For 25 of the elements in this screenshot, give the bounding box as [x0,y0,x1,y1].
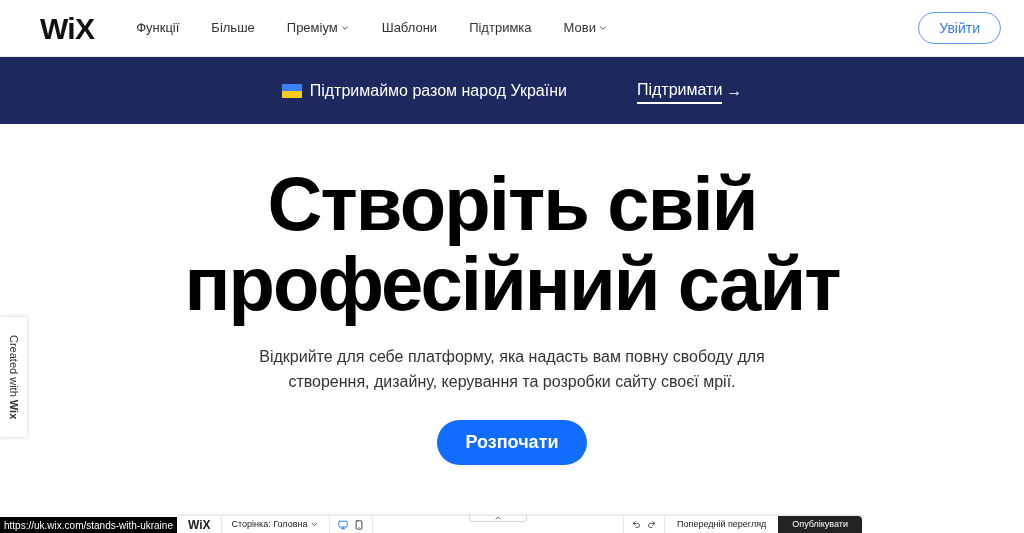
editor-logo: WiX [178,516,222,533]
redo-icon[interactable] [647,520,657,529]
hero-title: Створіть свій професійний сайт [184,164,840,324]
support-link[interactable]: Підтримати → [636,77,743,104]
page-select[interactable]: Сторінка: Головна [221,516,331,533]
desktop-icon[interactable] [338,519,349,530]
undo-icon[interactable] [632,520,642,529]
publish-button[interactable]: Опублікувати [778,516,862,533]
chevron-down-icon [310,520,320,529]
nav-link[interactable]: Мови [563,18,608,38]
flag-icon [281,83,302,98]
banner-text: Підтримаймо разом народ України [309,80,567,101]
nav-link[interactable]: Підтримка [469,18,532,38]
start-button[interactable]: Розпочати [437,420,587,465]
status-url: https://uk.wix.com/stands-with-ukraine [0,517,177,533]
logo[interactable]: WiX [40,5,95,51]
chevron-down-icon [597,23,608,33]
hero-subtitle: Відкрийте для себе платформу, яка надасть вам повну свободу для створення, дизайну, керування та розробки сайту своєї мрії. [258,347,766,392]
mobile-icon[interactable] [354,519,365,530]
chevron-down-icon [339,23,350,33]
created-with-tab[interactable]: Created with Wix [0,317,27,437]
nav-link[interactable]: Більше [211,18,255,38]
nav-link[interactable]: Преміум [286,18,350,38]
nav-link[interactable]: Шаблони [381,18,438,38]
nav-link[interactable]: Функції [136,18,180,38]
